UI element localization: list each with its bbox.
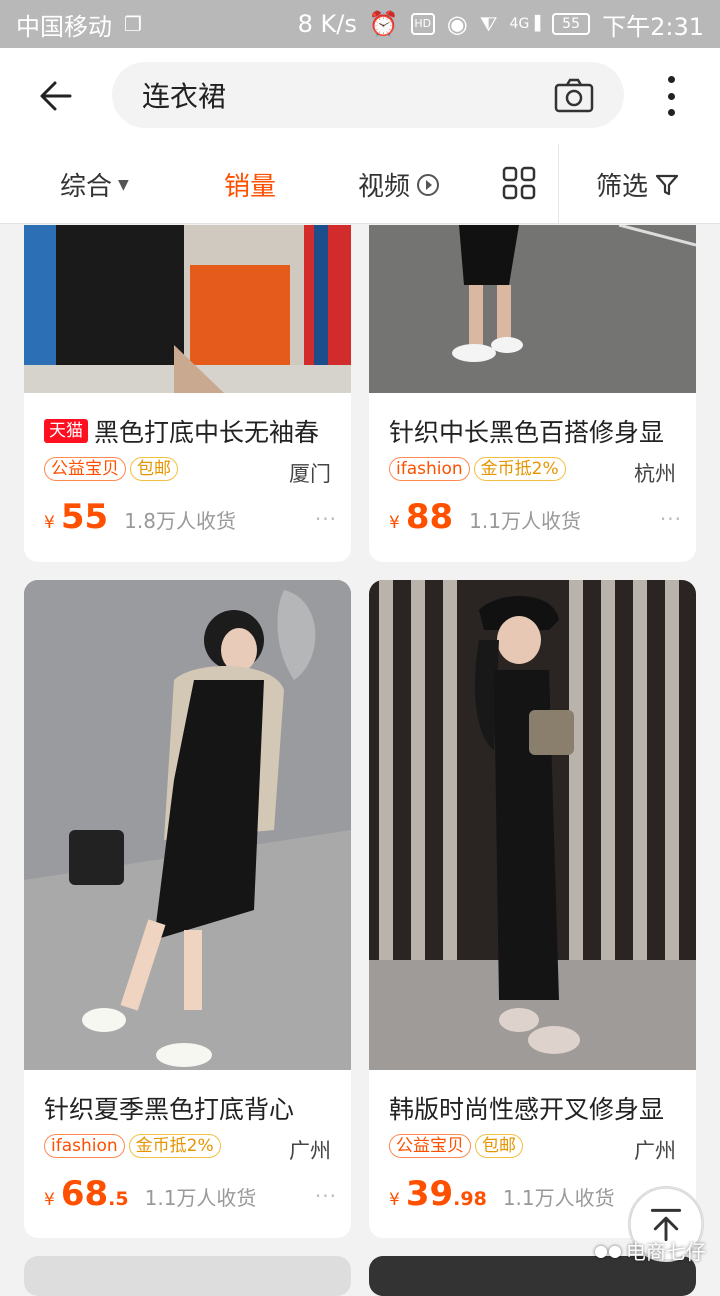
search-input[interactable]: 连衣裙 — [112, 62, 624, 128]
sort-tabs: 综合 ▼ 销量 视频 筛选 — [0, 144, 720, 224]
product-card[interactable]: 针织中长黑色百搭修身显 ifashion 金币抵2% 杭州 ¥ 88 1.1万人… — [369, 225, 696, 562]
back-arrow-icon[interactable] — [38, 78, 74, 114]
ifashion-tag: ifashion — [389, 457, 470, 481]
network-speed: 8 K/s — [297, 10, 357, 38]
tab-comprehensive[interactable]: 综合 ▼ — [60, 166, 129, 203]
wifi-icon: ⧨ — [479, 12, 498, 36]
hd-icon: HD — [410, 13, 435, 35]
product-title: 天猫 黑色打底中长无袖春 — [44, 413, 319, 449]
product-image — [24, 225, 351, 393]
more-options-icon[interactable]: ··· — [315, 507, 337, 531]
status-bar: 中国移动 ❐ 8 K/s ⏰ HD ◉ ⧨ 4G▐ 55 下午2:31 — [0, 0, 720, 48]
sales-count: 1.1万人收货 — [502, 1186, 615, 1210]
tmall-badge: 天猫 — [44, 419, 88, 443]
ifashion-tag: ifashion — [44, 1134, 125, 1158]
seller-city: 杭州 — [634, 462, 676, 486]
charity-tag: 公益宝贝 — [389, 1134, 471, 1158]
more-options-icon[interactable]: ··· — [660, 507, 682, 531]
product-title: 针织中长黑色百搭修身显 — [389, 418, 665, 447]
alarm-icon: ⏰ — [368, 10, 399, 38]
more-options-icon[interactable]: ··· — [315, 1184, 337, 1208]
product-price: ¥ 55 1.8万人收货 — [44, 497, 236, 537]
product-card[interactable]: 天猫 黑色打底中长无袖春 公益宝贝 包邮 厦门 ¥ 55 1.8万人收货 ··· — [24, 225, 351, 562]
product-tags: 公益宝贝 包邮 — [389, 1134, 523, 1158]
charity-tag: 公益宝贝 — [44, 457, 126, 481]
product-price: ¥ 88 1.1万人收货 — [389, 497, 581, 537]
product-card[interactable] — [24, 1256, 351, 1296]
sales-count: 1.8万人收货 — [124, 509, 236, 533]
coin-discount-tag: 金币抵2% — [128, 1134, 221, 1158]
free-shipping-tag: 包邮 — [475, 1134, 523, 1158]
product-price: ¥ 68 .5 1.1万人收货 — [44, 1174, 257, 1214]
seller-city: 广州 — [289, 1139, 331, 1163]
product-tags: ifashion 金币抵2% — [389, 457, 566, 481]
notification-icon: ❐ — [124, 12, 142, 36]
tab-divider — [558, 144, 559, 224]
product-title: 针织夏季黑色打底背心 — [44, 1095, 295, 1124]
signal-icon: 4G▐ — [509, 16, 541, 32]
search-query: 连衣裙 — [142, 80, 227, 113]
battery-icon: 55 — [552, 13, 591, 35]
coin-discount-tag: 金币抵2% — [473, 457, 566, 481]
product-image — [369, 225, 696, 393]
seller-city: 厦门 — [289, 462, 331, 486]
tab-video[interactable]: 视频 — [358, 166, 440, 203]
eye-icon: ◉ — [446, 10, 468, 38]
tab-sales[interactable]: 销量 — [224, 166, 276, 203]
search-header: 连衣裙 综合 ▼ 销量 视频 筛选 — [0, 48, 720, 224]
watermark: ●● 电商七仔 — [594, 1240, 706, 1264]
caret-down-icon: ▼ — [118, 176, 129, 193]
product-tags: ifashion 金币抵2% — [44, 1134, 221, 1158]
clock: 下午2:31 — [602, 12, 704, 41]
product-image — [24, 580, 351, 1070]
product-card[interactable]: 韩版时尚性感开叉修身显 公益宝贝 包邮 广州 ¥ 39 .98 1.1万人收货 — [369, 580, 696, 1238]
camera-icon[interactable] — [554, 76, 594, 116]
product-price: ¥ 39 .98 1.1万人收货 — [389, 1174, 615, 1214]
product-image — [369, 580, 696, 1070]
sales-count: 1.1万人收货 — [469, 509, 581, 533]
free-shipping-tag: 包邮 — [130, 457, 178, 481]
product-tags: 公益宝贝 包邮 — [44, 457, 178, 481]
wechat-icon: ●● — [594, 1241, 622, 1260]
seller-city: 广州 — [634, 1139, 676, 1163]
product-title: 韩版时尚性感开叉修身显 — [389, 1095, 665, 1124]
filter-funnel-icon — [655, 174, 679, 195]
more-menu-icon[interactable] — [656, 76, 686, 116]
carrier-label: 中国移动 — [16, 12, 112, 41]
play-circle-icon — [417, 173, 440, 196]
sales-count: 1.1万人收货 — [144, 1186, 257, 1210]
tab-filter[interactable]: 筛选 — [596, 166, 680, 203]
grid-view-icon[interactable] — [502, 166, 536, 200]
product-card[interactable]: 针织夏季黑色打底背心 ifashion 金币抵2% 广州 ¥ 68 .5 1.1… — [24, 580, 351, 1238]
